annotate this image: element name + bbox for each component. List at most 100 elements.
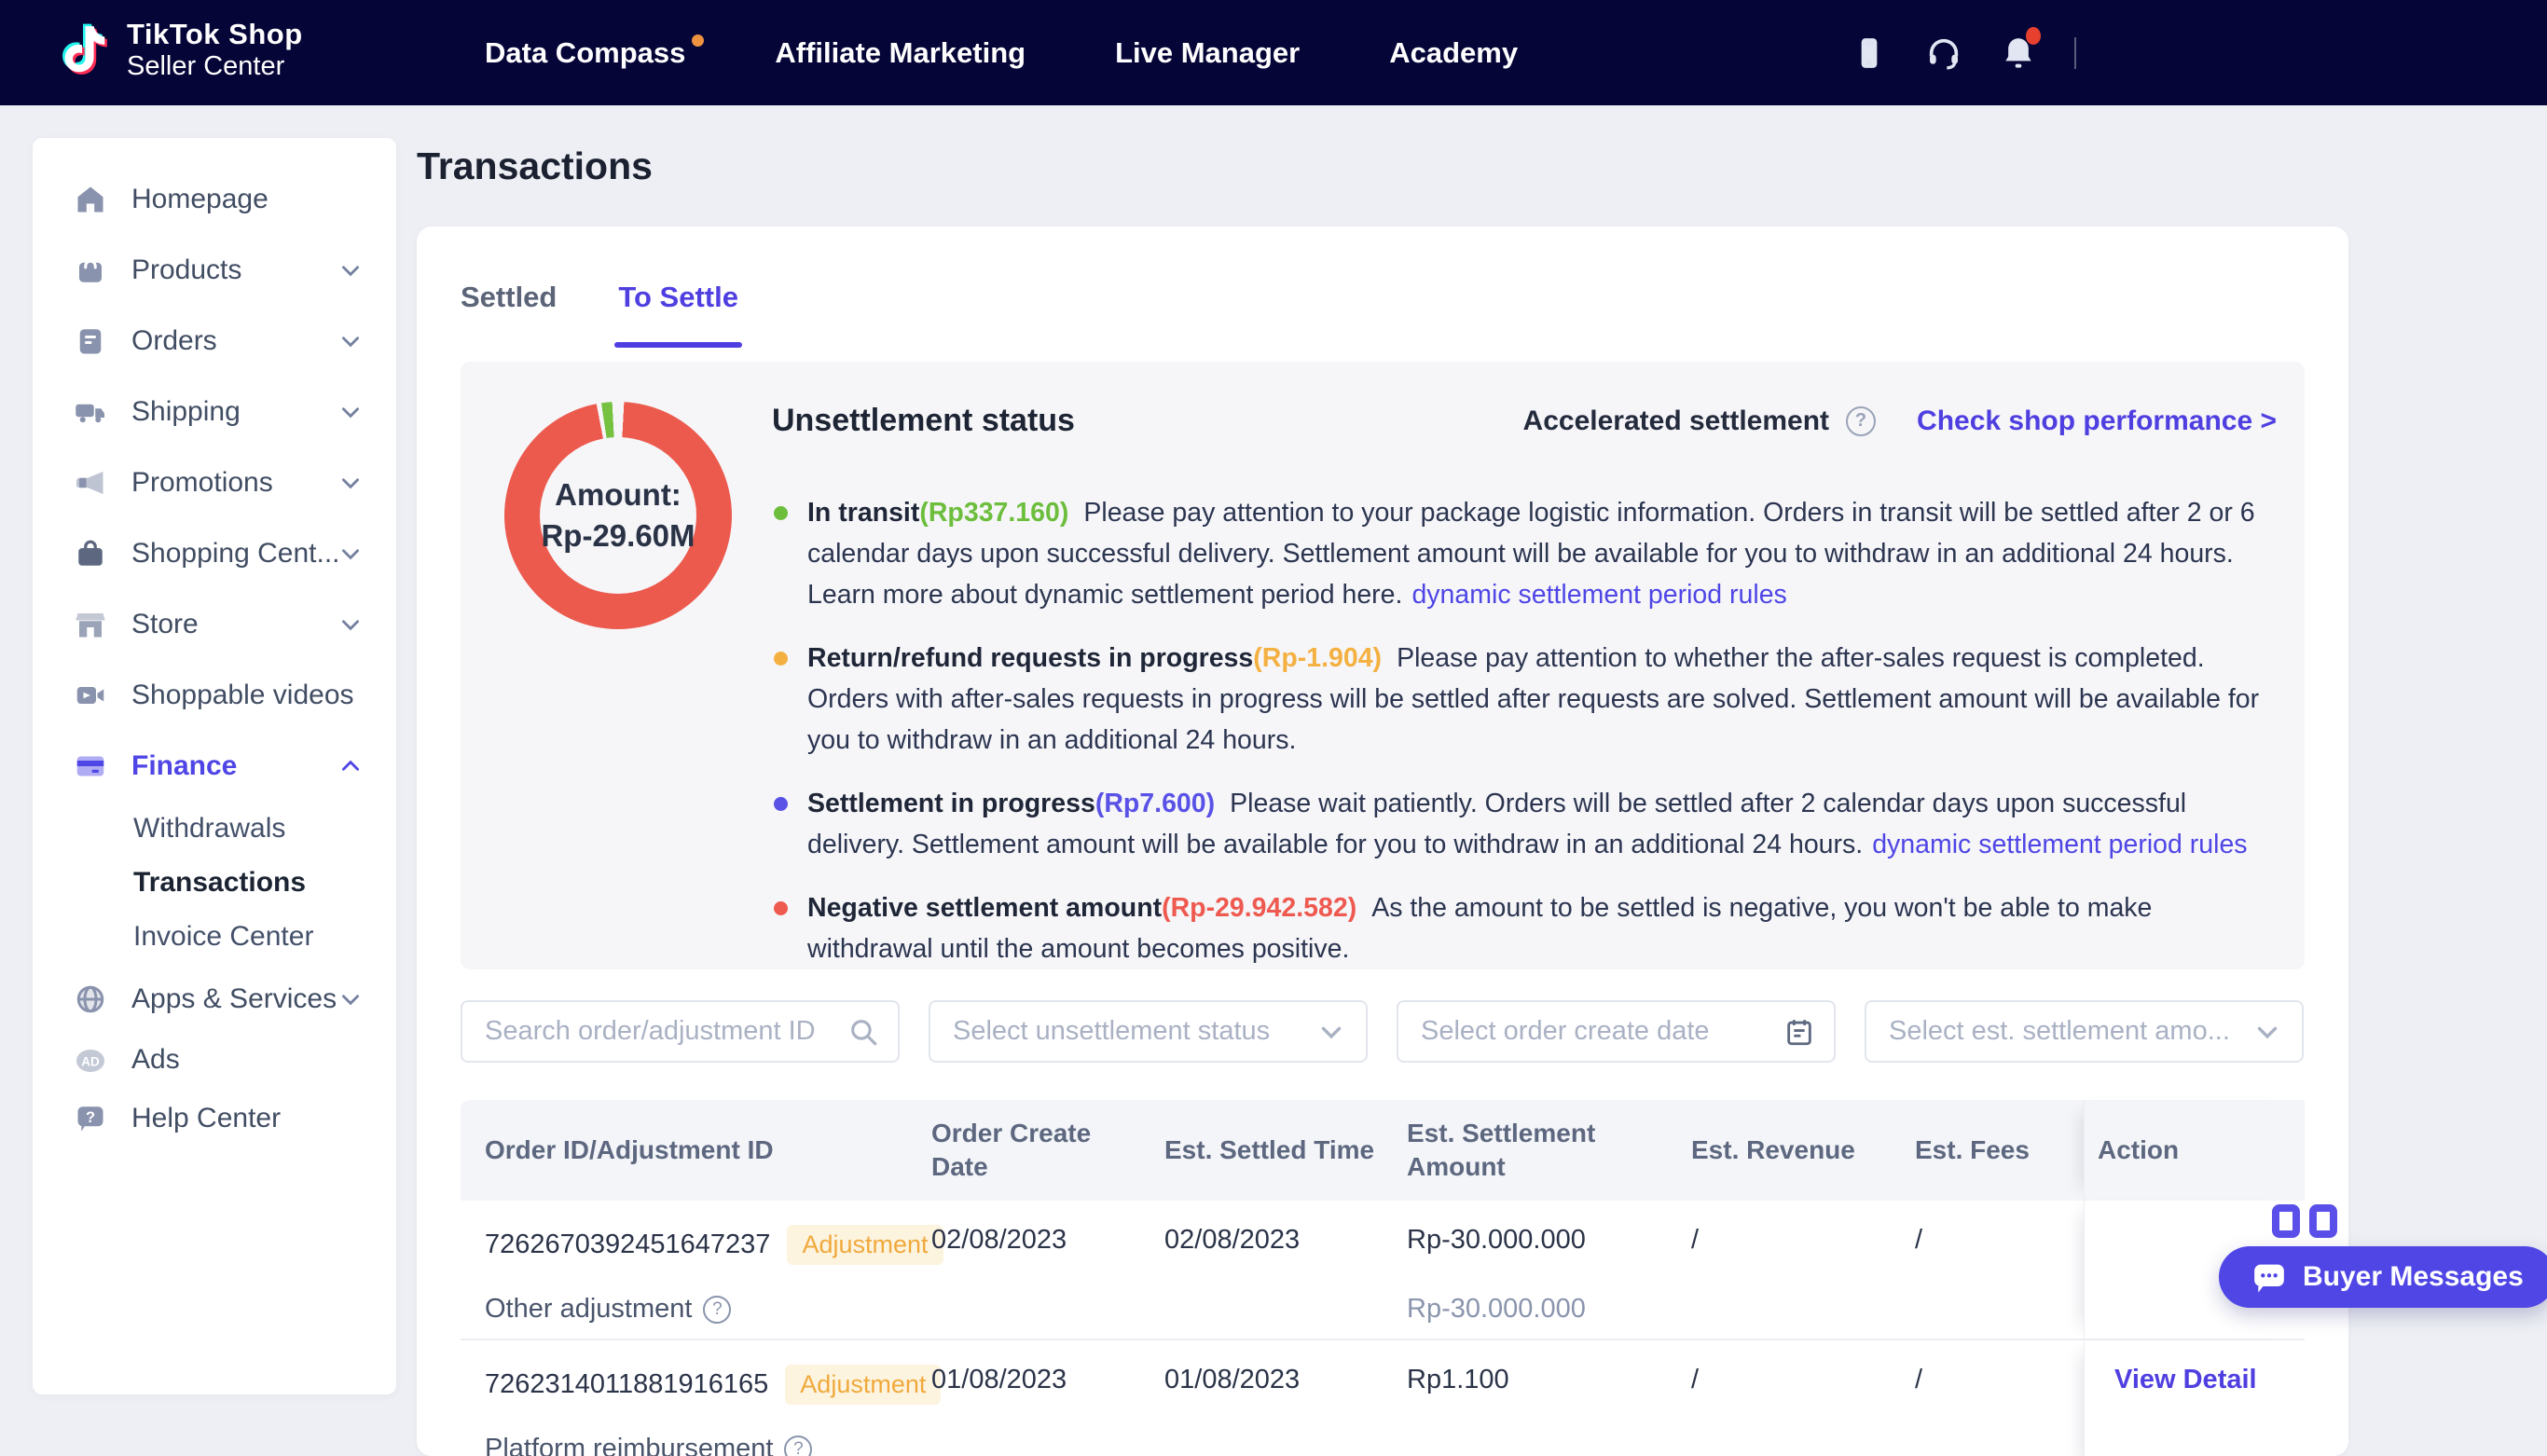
sidebar-item-withdrawals[interactable]: Withdrawals (33, 802, 396, 856)
sidebar-item-orders[interactable]: Orders (33, 306, 396, 377)
chat-bubble-icon (2251, 1258, 2288, 1296)
table-row: 7262314011881916165Adjustment Platform r… (461, 1340, 2305, 1456)
col-est-settled-time: Est. Settled Time (1151, 1100, 1394, 1201)
check-shop-performance-link[interactable]: Check shop performance > (1917, 405, 2277, 437)
status-panel-title: Unsettlement status (772, 403, 1523, 439)
accelerated-settlement: Accelerated settlement ? (1523, 405, 1876, 437)
buyer-messages-label: Buyer Messages (2303, 1261, 2524, 1293)
search-order-input-box[interactable] (461, 1000, 900, 1063)
calendar-icon[interactable] (1783, 1016, 1815, 1048)
orders-doc-icon (74, 324, 107, 358)
est-settlement-amount-input[interactable] (1866, 1002, 2302, 1061)
sidebar-item-shipping[interactable]: Shipping (33, 377, 396, 447)
sidebar-item-products[interactable]: Products (33, 235, 396, 306)
sidebar-item-store[interactable]: Store (33, 589, 396, 660)
donut-center-label: Amount: (555, 474, 681, 515)
nav-divider (2074, 37, 2076, 69)
chevron-down-icon[interactable] (2251, 1016, 2283, 1048)
question-circle-icon[interactable]: ? (1846, 406, 1876, 436)
view-detail-link[interactable]: View Detail (2098, 1365, 2292, 1395)
help-center-icon: ? (74, 1102, 107, 1135)
nav-item-live-manager[interactable]: Live Manager (1115, 36, 1300, 70)
apps-globe-icon (74, 982, 107, 1016)
chevron-up-icon (338, 754, 363, 778)
order-id: 7262314011881916165 (485, 1369, 768, 1400)
buyer-messages-button[interactable]: Buyer Messages (2219, 1246, 2547, 1308)
est-settlement-amount: Rp1.100 (1407, 1365, 1665, 1395)
finance-card-icon (74, 749, 107, 783)
sidebar-item-shopping-center[interactable]: Shopping Cent... (33, 518, 396, 589)
notifications-bell-icon[interactable] (2000, 34, 2037, 72)
sidebar-item-apps-services[interactable]: Apps & Services (33, 964, 396, 1035)
tab-bar: Settled To Settle (461, 281, 738, 335)
mobile-app-icon[interactable] (1851, 34, 1888, 72)
col-action: Action (2084, 1100, 2305, 1201)
chevron-down-icon (338, 329, 363, 353)
bullet-return-refund: Return/refund requests in progress(Rp-1.… (772, 638, 2280, 761)
unsettlement-donut-chart: Amount: Rp-29.60M (504, 402, 732, 629)
donut-center-value: Rp-29.60M (541, 515, 695, 556)
sidebar-item-homepage[interactable]: Homepage (33, 164, 396, 235)
support-headset-icon[interactable] (1925, 34, 1962, 72)
bullet-settlement-in-progress: Settlement in progress(Rp7.600)Please wa… (772, 783, 2280, 865)
sidebar-item-shoppable-videos[interactable]: Shoppable videos (33, 660, 396, 731)
col-est-fees: Est. Fees (1902, 1100, 2084, 1201)
transactions-table: Order ID/Adjustment ID Order Create Date… (461, 1100, 2305, 1456)
dynamic-settlement-rules-link[interactable]: dynamic settlement period rules (1411, 580, 1786, 610)
sidebar-item-transactions[interactable]: Transactions (33, 856, 396, 910)
dynamic-settlement-rules-link[interactable]: dynamic settlement period rules (1872, 830, 2247, 859)
page-title: Transactions (417, 144, 653, 188)
bullet-dot-icon (774, 797, 788, 811)
est-settlement-amount-select[interactable] (1865, 1000, 2304, 1063)
sidebar-item-finance[interactable]: Finance (33, 731, 396, 802)
col-order-create-date: Order Create Date (918, 1100, 1151, 1201)
chevron-down-icon (338, 471, 363, 495)
brand-logo[interactable]: TikTok Shop Seller Center (54, 17, 303, 84)
status-bullet-list: In transit(Rp337.160)Please pay attentio… (772, 492, 2280, 992)
sidebar-item-ads[interactable]: AD Ads (33, 1035, 396, 1083)
question-circle-icon[interactable]: ? (784, 1435, 812, 1456)
sidebar-item-invoice-center[interactable]: Invoice Center (33, 910, 396, 964)
est-revenue: / (1691, 1365, 1889, 1395)
shipping-truck-icon (74, 395, 107, 429)
bullet-dot-icon (774, 506, 788, 520)
est-fees: / (1915, 1225, 2071, 1256)
chevron-down-icon (338, 612, 363, 637)
bullet-dot-icon (774, 901, 788, 915)
tab-settled[interactable]: Settled (461, 281, 557, 335)
nav-menu: Data Compass Affiliate Marketing Live Ma… (485, 0, 1518, 105)
bullet-negative-settlement: Negative settlement amount(Rp-29.942.582… (772, 887, 2280, 969)
svg-text:AD: AD (81, 1054, 100, 1068)
unsettlement-status-input[interactable] (930, 1002, 1366, 1061)
sidebar: Homepage Products Orders Shipping Promot… (33, 138, 396, 1394)
order-create-date-input[interactable] (1398, 1002, 1834, 1061)
brand-line2: Seller Center (127, 50, 303, 82)
sidebar-item-help-center[interactable]: ? Help Center (33, 1083, 396, 1154)
bullet-dot-icon (774, 652, 788, 666)
products-bag-icon (74, 254, 107, 287)
search-icon[interactable] (847, 1016, 879, 1048)
notification-dot-icon (692, 34, 704, 47)
nav-item-academy[interactable]: Academy (1389, 36, 1518, 70)
unsettlement-status-select[interactable] (929, 1000, 1368, 1063)
search-order-input[interactable] (462, 1002, 898, 1061)
tab-to-settle[interactable]: To Settle (618, 281, 738, 335)
order-create-date-picker[interactable] (1397, 1000, 1836, 1063)
chevron-down-icon[interactable] (1315, 1016, 1347, 1048)
chevron-down-icon (338, 400, 363, 424)
nav-item-data-compass[interactable]: Data Compass (485, 36, 685, 70)
unsettlement-status-panel: Amount: Rp-29.60M Unsettlement status Ac… (461, 362, 2305, 969)
order-create-date: 02/08/2023 (931, 1225, 1138, 1256)
table-row: 7262670392451647237Adjustment Other adju… (461, 1201, 2305, 1340)
top-navbar: TikTok Shop Seller Center Data Compass A… (0, 0, 2547, 105)
store-icon (74, 608, 107, 641)
est-settled-time: 01/08/2023 (1164, 1365, 1381, 1395)
bullet-in-transit: In transit(Rp337.160)Please pay attentio… (772, 492, 2280, 615)
nav-right-icons (1851, 0, 2076, 105)
sidebar-item-promotions[interactable]: Promotions (33, 447, 396, 518)
est-fees: / (1915, 1365, 2071, 1395)
order-create-date: 01/08/2023 (931, 1365, 1138, 1395)
question-circle-icon[interactable]: ? (703, 1296, 731, 1324)
nav-item-affiliate-marketing[interactable]: Affiliate Marketing (775, 36, 1026, 70)
est-settled-time: 02/08/2023 (1164, 1225, 1381, 1256)
